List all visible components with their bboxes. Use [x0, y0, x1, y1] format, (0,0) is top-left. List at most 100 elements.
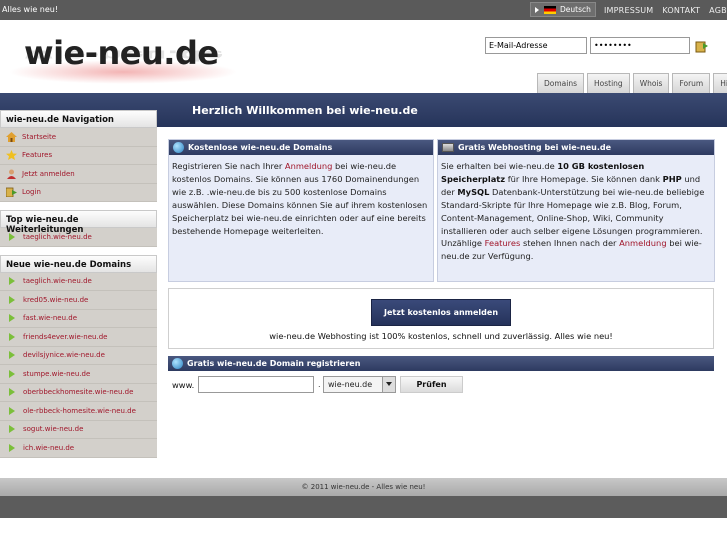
list-item-label: ole-rbbeck-homesite.wie-neu.de	[23, 406, 136, 415]
hosting-info-box: Gratis Webhosting bei wie-neu.de Sie erh…	[437, 139, 715, 282]
chevron-down-icon[interactable]	[382, 377, 395, 392]
list-item-label: sogut.wie-neu.de	[23, 425, 84, 434]
sidebar-item-login[interactable]: Login	[0, 184, 157, 202]
text-bold: PHP	[662, 173, 682, 184]
list-item-label: friends4ever.wie-neu.de	[23, 332, 108, 341]
tab-domains[interactable]: Domains	[537, 73, 585, 93]
sidebar-nav-list: Startseite Features Jetzt anmelden Login	[0, 128, 157, 202]
domain-register-panel: Gratis wie-neu.de Domain registrieren ww…	[168, 356, 714, 398]
login-submit-icon[interactable]	[695, 39, 709, 53]
arrow-right-icon	[9, 295, 15, 304]
hosting-box-header: Gratis Webhosting bei wie-neu.de	[438, 140, 714, 155]
list-item[interactable]: stumpe.wie-neu.de	[0, 365, 157, 384]
arrow-right-icon	[9, 351, 15, 360]
language-label: Deutsch	[560, 5, 591, 14]
text-segment: Unzählige	[441, 238, 485, 249]
sidebar-top-title: Top wie-neu.de Weiterleitungen	[0, 210, 157, 235]
play-arrow-icon	[535, 6, 539, 13]
register-title: Gratis wie-neu.de Domain registrieren	[187, 359, 361, 368]
hosting-box-title: Gratis Webhosting bei wie-neu.de	[458, 143, 612, 152]
arrow-right-icon	[9, 388, 15, 397]
arrow-right-icon	[9, 277, 15, 286]
list-item[interactable]: taeglich.wie-neu.de	[0, 273, 157, 291]
password-field[interactable]	[590, 37, 690, 54]
list-item-label: fast.wie-neu.de	[23, 314, 78, 323]
tld-select[interactable]: wie-neu.de	[323, 376, 396, 393]
sidebar-item-startseite[interactable]: Startseite	[0, 128, 157, 147]
hosting-box-text: Sie erhalten bei wie-neu.de 10 GB kosten…	[438, 155, 714, 268]
user-icon	[7, 169, 16, 179]
tab-forum[interactable]: Forum	[672, 73, 711, 93]
subdomain-input[interactable]	[198, 376, 314, 393]
main-tabs: Domains Hosting Whois Forum Hilfe	[537, 73, 727, 93]
arrow-right-icon	[9, 332, 15, 341]
page-title: Herzlich Willkommen bei wie-neu.de	[192, 104, 418, 117]
list-item[interactable]: ich.wie-neu.de	[0, 439, 157, 458]
sidebar-spacer	[0, 246, 157, 255]
domains-box-header: Kostenlose wie-neu.de Domains	[169, 140, 433, 155]
sidebar-item-label: Startseite	[22, 132, 57, 141]
signup-button[interactable]: Jetzt kostenlos anmelden	[371, 299, 511, 326]
domains-box-text: Registrieren Sie nach Ihrer Anmeldung be…	[169, 155, 433, 242]
sidebar-item-jetzt-anmelden[interactable]: Jetzt anmelden	[0, 165, 157, 184]
tagline: Alles wie neu!	[2, 5, 59, 14]
list-item[interactable]: kred05.wie-neu.de	[0, 291, 157, 310]
text-segment: Registrieren Sie nach Ihrer	[172, 161, 285, 171]
list-item-label: stumpe.wie-neu.de	[23, 369, 91, 378]
list-item[interactable]: sogut.wie-neu.de	[0, 421, 157, 439]
list-item-label: ich.wie-neu.de	[23, 443, 75, 452]
tld-selected: wie-neu.de	[328, 380, 373, 389]
footer: © 2011 wie-neu.de - Alles wie neu!	[0, 478, 727, 496]
arrow-right-icon	[9, 369, 15, 378]
anmeldung-link[interactable]: Anmeldung	[285, 161, 332, 171]
register-form: www. . wie-neu.de Prüfen	[168, 371, 714, 398]
domains-info-box: Kostenlose wie-neu.de Domains Registrier…	[168, 139, 434, 282]
kontakt-link[interactable]: KONTAKT	[662, 6, 700, 15]
text-segment: stehen Ihnen nach der	[520, 238, 620, 249]
sidebar: wie-neu.de Navigation Startseite Feature…	[0, 110, 157, 458]
sidebar-nav-title: wie-neu.de Navigation	[0, 110, 157, 128]
tab-hosting[interactable]: Hosting	[587, 73, 630, 93]
tab-hilfe[interactable]: Hilfe	[713, 73, 727, 93]
email-field[interactable]	[485, 37, 587, 54]
list-item[interactable]: ole-rbbeck-homesite.wie-neu.de	[0, 402, 157, 421]
sidebar-new-list: taeglich.wie-neu.de kred05.wie-neu.de fa…	[0, 272, 157, 458]
tab-whois[interactable]: Whois	[632, 73, 670, 93]
sidebar-item-features[interactable]: Features	[0, 147, 157, 165]
sidebar-new-title: Neue wie-neu.de Domains	[0, 254, 157, 273]
register-header: Gratis wie-neu.de Domain registrieren	[168, 356, 714, 371]
list-item-label: taeglich.wie-neu.de	[23, 277, 92, 286]
text-segment: für Ihre Homepage. Sie können dank	[505, 173, 663, 184]
top-links: IMPRESSUM KONTAKT AGB	[604, 6, 727, 15]
sidebar-item-label: Features	[22, 151, 53, 160]
sidebar-spacer	[0, 202, 157, 210]
domains-box-title: Kostenlose wie-neu.de Domains	[188, 143, 333, 152]
list-item[interactable]: devilsjynice.wie-neu.de	[0, 347, 157, 365]
anmeldung-link[interactable]: Anmeldung	[619, 238, 666, 248]
list-item-label: oberbbeckhomesite.wie-neu.de	[23, 388, 134, 397]
language-selector[interactable]: Deutsch	[530, 2, 596, 17]
sidebar-item-label: Jetzt anmelden	[22, 169, 75, 178]
logo-reflection: wie-neu.de	[24, 46, 224, 64]
features-link[interactable]: Features	[485, 238, 521, 248]
login-icon	[6, 187, 17, 198]
signup-text: wie-neu.de Webhosting ist 100% kostenlos…	[269, 331, 613, 341]
list-item-label: devilsjynice.wie-neu.de	[23, 351, 105, 360]
arrow-right-icon	[9, 314, 15, 323]
agb-link[interactable]: AGB	[709, 6, 727, 15]
www-prefix: www.	[172, 380, 195, 390]
list-item[interactable]: friends4ever.wie-neu.de	[0, 328, 157, 347]
text-bold: MySQL	[457, 186, 490, 197]
impressum-link[interactable]: IMPRESSUM	[604, 6, 653, 15]
german-flag-icon	[544, 5, 556, 14]
arrow-right-icon	[9, 425, 15, 434]
server-icon	[442, 143, 454, 152]
check-button[interactable]: Prüfen	[400, 376, 463, 393]
globe-icon	[172, 358, 183, 369]
list-item[interactable]: oberbbeckhomesite.wie-neu.de	[0, 384, 157, 402]
text-segment: bei wie-neu.de kostenlos Domains. Sie kö…	[172, 161, 428, 236]
list-item[interactable]: fast.wie-neu.de	[0, 310, 157, 328]
dot-separator: .	[318, 380, 321, 389]
home-icon	[6, 131, 17, 142]
sidebar-item-label: Login	[22, 188, 41, 197]
